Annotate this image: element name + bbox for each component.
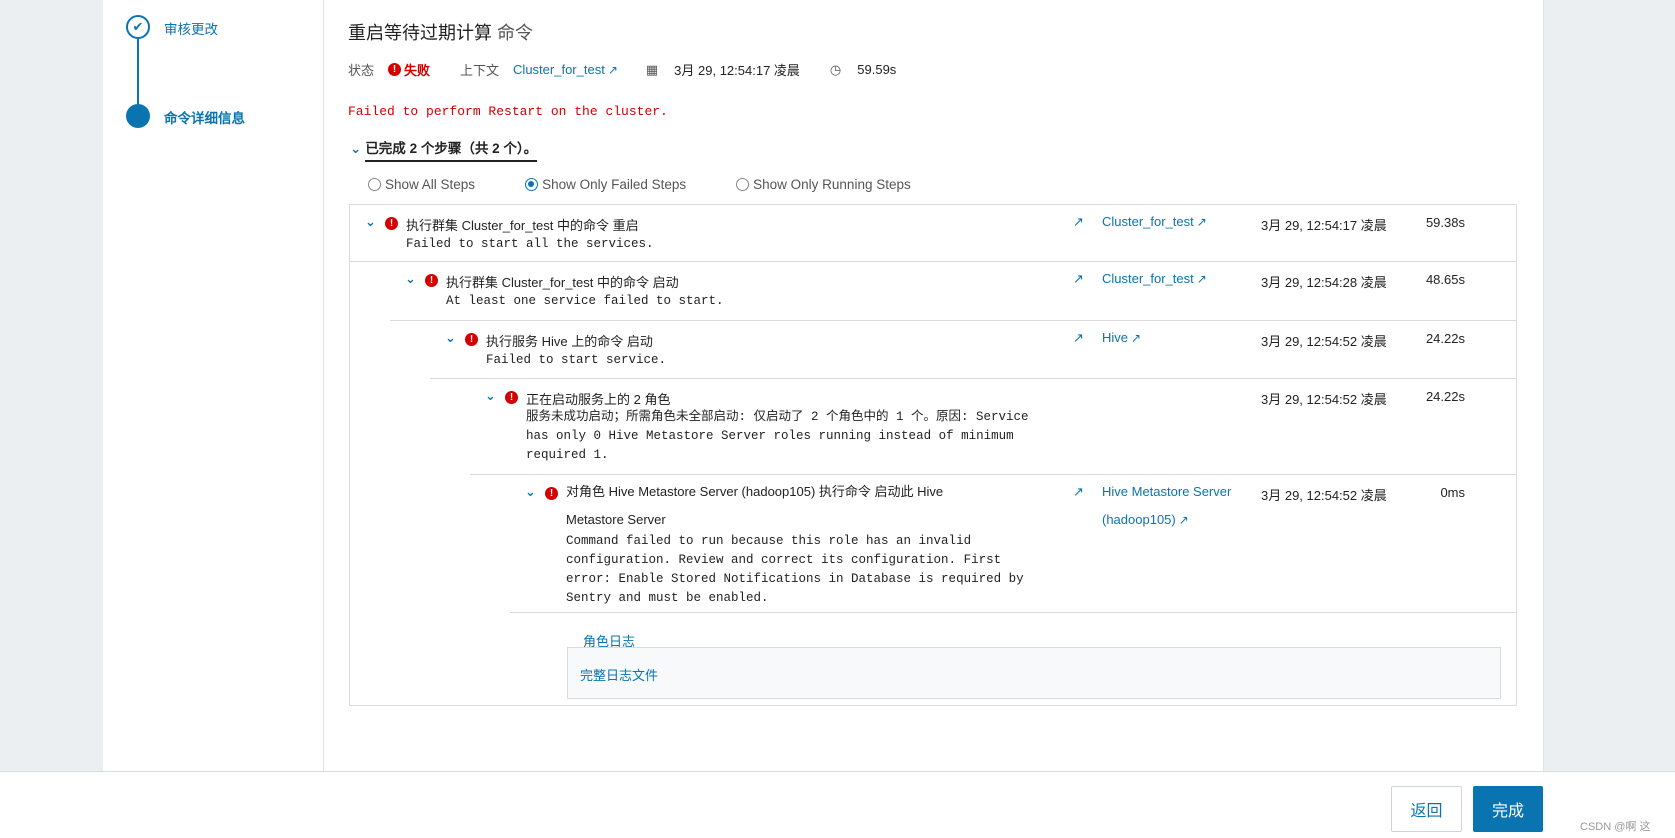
external-link-icon[interactable]: ↗ [1073,484,1084,500]
step-row: ⌄ ! 对角色 Hive Metastore Server (hadoop105… [350,475,1516,613]
external-link-icon[interactable]: ↗ [1073,271,1084,287]
step-duration: 59.38s [1425,215,1465,230]
step-context-link[interactable]: Cluster_for_test ↗ [1102,265,1207,293]
step-description: At least one service failed to start. [446,294,724,308]
step-title: 正在启动服务上的 2 角色 [526,392,671,407]
link-text: Cluster_for_test [1102,214,1194,229]
chevron-down-icon: ⌄ [350,141,362,156]
error-icon: ! [388,63,402,76]
full-log-link[interactable]: 完整日志文件 [580,665,658,684]
step-date: 3月 29, 12:54:17 凌晨 [1261,218,1387,233]
done-button[interactable]: 完成 [1473,786,1543,832]
step-title: 执行群集 Cluster_for_test 中的命令 重启 [406,218,639,233]
filter-all-steps[interactable]: Show All Steps [368,177,475,192]
external-link-icon[interactable]: ↗ [1073,214,1084,230]
filter-running-steps[interactable]: Show Only Running Steps [736,177,911,192]
back-button[interactable]: 返回 [1391,786,1462,832]
error-icon: ! [425,274,438,287]
step-row: ⌄ ! 执行群集 Cluster_for_test 中的命令 重启 Failed… [350,205,1516,262]
stepper-item-review[interactable]: 审核更改 [164,18,218,38]
external-link-icon[interactable]: ↗ [608,63,618,77]
radio-label: Show Only Running Steps [753,177,911,192]
summary-text: 已完成 2 个步骤（共 2 个）。 [365,141,538,162]
radio-selected-icon [525,178,539,191]
status-badge: 失败 [404,63,431,78]
stepper-connector [137,39,139,105]
step-title: 执行群集 Cluster_for_test 中的命令 启动 [446,275,679,290]
error-icon: ! [465,333,478,346]
row-divider [510,612,1516,613]
right-gutter [1543,0,1675,771]
chevron-down-icon[interactable]: ⌄ [365,214,376,230]
step-duration: 24.22s [1425,389,1465,404]
step-context-link[interactable]: Hive ↗ [1102,324,1141,352]
step-duration: 0ms [1440,485,1465,500]
steps-summary-toggle[interactable]: ⌄ 已完成 2 个步骤（共 2 个）。 [350,137,538,162]
step-description: Failed to start service. [486,353,667,367]
calendar-icon: ▦ [645,61,659,77]
radio-label: Show All Steps [385,177,476,192]
watermark: CSDN @啊 这 [1580,821,1651,833]
chevron-down-icon[interactable]: ⌄ [405,271,416,287]
log-tab-panel: 完整日志文件 [567,647,1501,699]
external-link-icon[interactable]: ↗ [1073,330,1084,346]
link-text: Hive [1102,330,1129,345]
external-link-icon: ↗ [1131,331,1142,345]
step-context-link[interactable]: Hive Metastore Server (hadoop105) ↗ [1102,478,1231,534]
step-filter: Show All Steps Show Only Failed Steps Sh… [368,177,961,192]
stepper-item-command-details[interactable]: 命令详细信息 [164,107,245,127]
command-date: 3月 29, 12:54:17 凌晨 [674,63,800,78]
command-duration: 59.59s [857,62,897,77]
current-step-icon [126,104,150,128]
step-date: 3月 29, 12:54:52 凌晨 [1261,488,1387,503]
title-text: 重启等待过期计算 [348,23,492,43]
left-gutter [0,0,103,771]
check-icon: ✔ [126,15,150,39]
link-text: Cluster_for_test [1102,271,1194,286]
error-icon: ! [545,487,558,500]
clock-icon: ◷ [829,61,842,77]
context-label: 上下文 [460,63,500,78]
step-context-link[interactable]: Cluster_for_test ↗ [1102,208,1207,236]
step-row: ⌄ ! 执行服务 Hive 上的命令 启动 Failed to start se… [350,321,1516,379]
steps-table: ⌄ ! 执行群集 Cluster_for_test 中的命令 重启 Failed… [349,204,1517,706]
step-description: 服务未成功启动；所需角色未全部启动: 仅启动了 2 个角色中的 1 个。原因: … [526,410,1029,462]
step-duration: 48.65s [1425,272,1465,287]
step-row: ⌄ ! 正在启动服务上的 2 角色 服务未成功启动；所需角色未全部启动: 仅启动… [350,379,1516,475]
radio-icon [368,178,381,191]
context-link[interactable]: Cluster_for_test [513,62,605,77]
filter-failed-steps[interactable]: Show Only Failed Steps [525,177,686,192]
external-link-icon: ↗ [1196,272,1207,286]
link-text: Hive Metastore Server (hadoop105) [1102,484,1232,527]
title-suffix: 命令 [497,23,534,43]
error-message: Failed to perform Restart on the cluster… [348,104,668,119]
error-icon: ! [385,217,398,230]
external-link-icon: ↗ [1196,215,1207,229]
command-meta: 状态 ! 失败 上下文 Cluster_for_test ↗ ▦ 3月 29, … [348,60,896,79]
error-icon: ! [505,391,518,404]
step-date: 3月 29, 12:54:52 凌晨 [1261,392,1387,407]
step-title: 执行服务 Hive 上的命令 启动 [486,334,653,349]
radio-icon [736,178,750,191]
step-row: ⌄ ! 执行群集 Cluster_for_test 中的命令 启动 At lea… [350,262,1516,321]
chevron-down-icon[interactable]: ⌄ [445,330,456,346]
step-description: Command failed to run because this role … [566,534,1024,605]
stepper-divider [323,0,324,771]
external-link-icon: ↗ [1178,513,1189,527]
step-date: 3月 29, 12:54:52 凌晨 [1261,334,1387,349]
page-title: 重启等待过期计算 命令 [348,19,533,45]
step-duration: 24.22s [1425,331,1465,346]
chevron-down-icon[interactable]: ⌄ [485,388,496,404]
step-date: 3月 29, 12:54:28 凌晨 [1261,275,1387,290]
footer: 返回 完成 CSDN @啊 这 [0,771,1675,838]
step-title: 对角色 Hive Metastore Server (hadoop105) 执行… [566,484,944,527]
step-description: Failed to start all the services. [406,237,654,251]
radio-label: Show Only Failed Steps [542,177,687,192]
status-label: 状态 [348,63,375,78]
chevron-down-icon[interactable]: ⌄ [525,484,536,500]
